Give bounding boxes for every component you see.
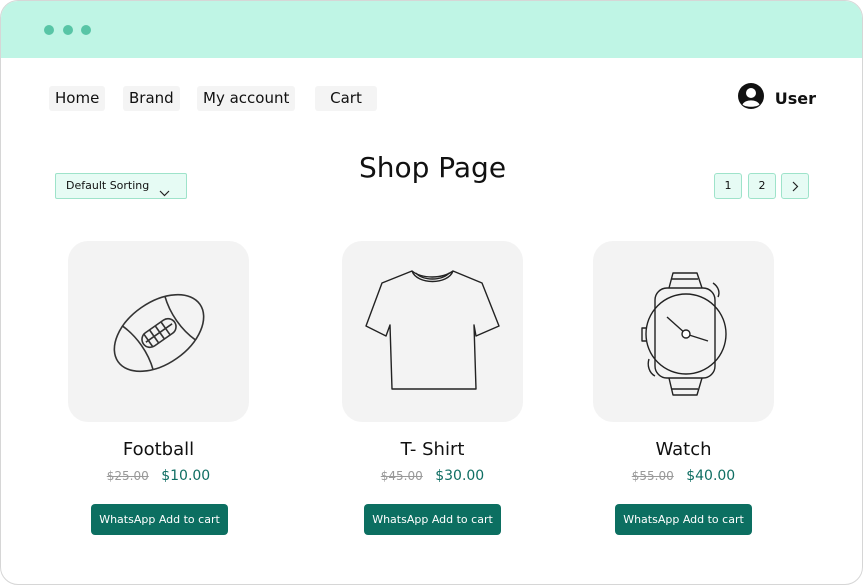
product-price: $40.00 <box>686 468 736 484</box>
page-button-1[interactable]: 1 <box>714 173 742 199</box>
product-prices: $25.00 $10.00 <box>68 468 249 484</box>
user-menu[interactable]: User <box>737 82 816 114</box>
product-prices: $55.00 $40.00 <box>593 468 774 484</box>
nav-cart[interactable]: Cart <box>315 86 377 111</box>
window-dot-maximize[interactable] <box>81 25 91 35</box>
window-dot-minimize[interactable] <box>63 25 73 35</box>
product-name: Watch <box>655 439 712 460</box>
product-price: $10.00 <box>161 468 211 484</box>
watch-icon <box>641 272 727 396</box>
browser-window: Home Brand My account Cart User Shop Pag… <box>0 0 863 585</box>
window-dot-close[interactable] <box>44 25 54 35</box>
sort-dropdown[interactable]: Default Sorting <box>55 173 187 199</box>
product-old-price: $55.00 <box>631 469 674 483</box>
product-name: Football <box>122 439 195 460</box>
product-old-price: $45.00 <box>380 469 423 483</box>
product-image-football[interactable] <box>68 241 249 422</box>
title-bar <box>1 1 862 58</box>
add-to-cart-button[interactable]: WhatsApp Add to cart <box>91 504 228 535</box>
nav-brand[interactable]: Brand <box>123 86 180 111</box>
chevron-right-icon <box>792 181 799 195</box>
add-to-cart-button[interactable]: WhatsApp Add to cart <box>615 504 752 535</box>
nav-home[interactable]: Home <box>49 86 106 111</box>
football-icon <box>113 293 205 373</box>
product-price: $30.00 <box>435 468 485 484</box>
next-page-button[interactable] <box>781 173 809 199</box>
product-old-price: $25.00 <box>106 469 149 483</box>
tshirt-icon <box>365 270 500 390</box>
sort-selected-value: Default Sorting <box>66 179 150 192</box>
product-name: T- Shirt <box>400 439 465 460</box>
product-prices: $45.00 $30.00 <box>342 468 523 484</box>
product-image-watch[interactable] <box>593 241 774 422</box>
product-image-tshirt[interactable] <box>342 241 523 422</box>
chevron-down-icon <box>159 182 170 206</box>
user-label: User <box>774 88 816 108</box>
page-button-2[interactable]: 2 <box>748 173 776 199</box>
user-avatar-icon <box>737 82 765 114</box>
nav-my-account[interactable]: My account <box>197 86 296 111</box>
add-to-cart-button[interactable]: WhatsApp Add to cart <box>364 504 501 535</box>
